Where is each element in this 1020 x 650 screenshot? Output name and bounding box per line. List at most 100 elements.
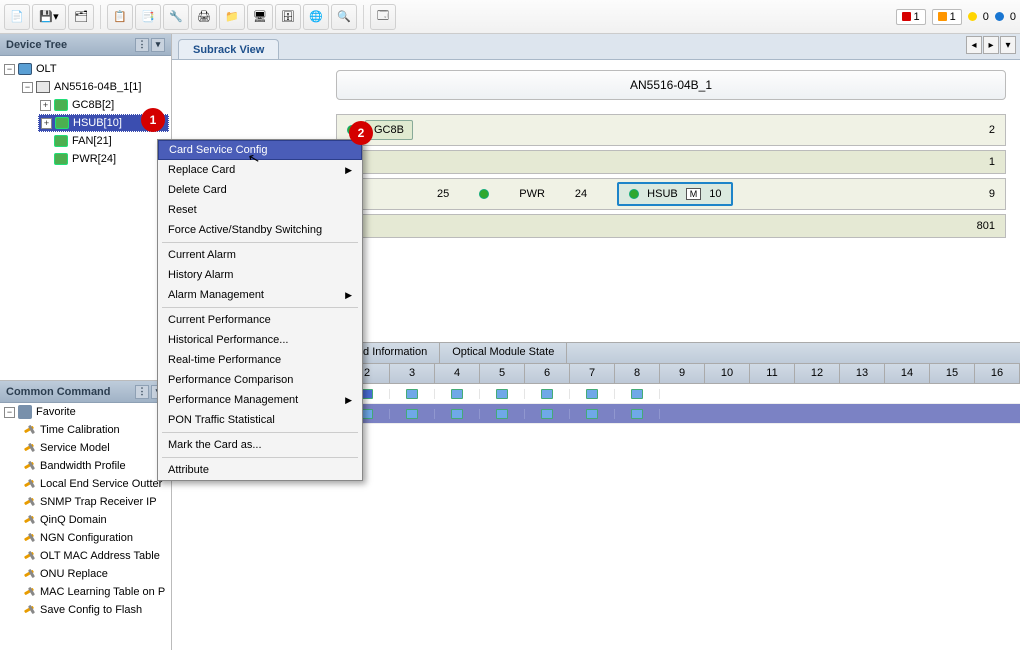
favorite-item[interactable]: SNMP Trap Receiver IP (0, 493, 171, 511)
tab-list-icon[interactable]: ▾ (1000, 36, 1016, 54)
td-port[interactable] (615, 389, 660, 399)
status-dot-icon (629, 189, 639, 199)
ctx-historical-performance[interactable]: Historical Performance... (158, 330, 362, 350)
toolbar-btn-dropdown[interactable]: 💾▾ (32, 4, 66, 30)
slot-empty-1[interactable]: 1 (336, 150, 1006, 174)
tab-next-icon[interactable]: ▸ (983, 36, 999, 54)
toolbar-btn[interactable]: 🖨 (191, 4, 217, 30)
port-icon (406, 389, 418, 399)
port-icon (406, 409, 418, 419)
panel-collapse-icon[interactable]: ▾ (151, 38, 165, 52)
toolbar-btn[interactable]: 🗄 (275, 4, 301, 30)
td-port[interactable] (390, 389, 435, 399)
port-icon (541, 409, 553, 419)
expand-icon[interactable]: + (41, 118, 52, 129)
ctx-current-alarm[interactable]: Current Alarm (158, 245, 362, 265)
slot-gc8b[interactable]: GC8B 2 (336, 114, 1006, 146)
td-port[interactable] (525, 389, 570, 399)
toolbar-btn[interactable]: 📁 (219, 4, 245, 30)
favorite-item[interactable]: ONU Replace (0, 565, 171, 583)
ctx-performance-management[interactable]: Performance Management▶ (158, 390, 362, 410)
wrench-icon (22, 603, 36, 617)
td-port[interactable] (435, 409, 480, 419)
alarm-critical-chip[interactable]: 1 (896, 9, 926, 25)
favorite-item[interactable]: OLT MAC Address Table (0, 547, 171, 565)
tree-node-olt[interactable]: − OLT (2, 60, 169, 78)
favorite-item[interactable]: QinQ Domain (0, 511, 171, 529)
hsub-card[interactable]: HSUB M 10 (617, 182, 733, 206)
toolbar-btn[interactable]: 📋 (107, 4, 133, 30)
toolbar-btn[interactable]: 📄 (4, 4, 30, 30)
separator (100, 5, 101, 29)
card-icon (55, 117, 69, 129)
ctx-delete-card[interactable]: Delete Card (158, 180, 362, 200)
favorite-item[interactable]: Save Config to Flash (0, 601, 171, 619)
td-port[interactable] (615, 409, 660, 419)
td-port[interactable] (570, 389, 615, 399)
toolbar-btn[interactable]: 🔧 (163, 4, 189, 30)
node-label: FAN[21] (72, 135, 112, 147)
slot-801[interactable]: 801 (336, 214, 1006, 238)
card-icon (54, 99, 68, 111)
favorite-label: ONU Replace (40, 568, 108, 580)
ctx-realtime-performance[interactable]: Real-time Performance (158, 350, 362, 370)
ctx-pon-traffic[interactable]: PON Traffic Statistical (158, 410, 362, 430)
alarm-major-chip[interactable]: 1 (932, 9, 962, 25)
tab-prev-icon[interactable]: ◂ (966, 36, 982, 54)
tree-node-shelf[interactable]: − AN5516-04B_1[1] (20, 78, 169, 96)
expand-icon[interactable]: − (4, 407, 15, 418)
favorite-item[interactable]: Service Model (0, 439, 171, 457)
wrench-icon (22, 513, 36, 527)
slot-mid[interactable]: 25 PWR 24 HSUB M 10 9 (336, 178, 1006, 210)
th-port-4: 4 (435, 364, 480, 383)
port-icon (631, 409, 643, 419)
expand-icon[interactable]: − (22, 82, 33, 93)
panel-menu-icon[interactable]: ⋮ (135, 38, 149, 52)
td-port[interactable] (435, 389, 480, 399)
panel-menu-icon[interactable]: ⋮ (135, 385, 149, 399)
ctx-reset[interactable]: Reset (158, 200, 362, 220)
td-port[interactable] (390, 409, 435, 419)
tab-optical-module[interactable]: Optical Module State (440, 343, 567, 363)
toolbar-btn[interactable]: 📑 (135, 4, 161, 30)
favorite-item[interactable]: Time Calibration (0, 421, 171, 439)
td-port[interactable] (570, 409, 615, 419)
tab-subrack-view[interactable]: Subrack View (178, 39, 279, 59)
favorite-label: QinQ Domain (40, 514, 107, 526)
toolbar-btn[interactable]: 🗂 (68, 4, 94, 30)
toolbar-btn[interactable]: 🔍 (331, 4, 357, 30)
toolbar-btn[interactable]: 🖥 (247, 4, 273, 30)
ctx-attribute[interactable]: Attribute (158, 460, 362, 480)
favorite-item[interactable]: MAC Learning Table on P (0, 583, 171, 601)
expand-icon[interactable]: − (4, 64, 15, 75)
alarm-minor-icon (968, 12, 977, 21)
favorite-item[interactable]: Local End Service Outter (0, 475, 171, 493)
favorite-root[interactable]: − Favorite (0, 403, 171, 421)
td-port[interactable] (525, 409, 570, 419)
ctx-history-alarm[interactable]: History Alarm (158, 265, 362, 285)
td-port[interactable] (480, 409, 525, 419)
status-dot-icon (479, 189, 489, 199)
ctx-current-performance[interactable]: Current Performance (158, 310, 362, 330)
wrench-icon (22, 459, 36, 473)
expand-icon[interactable]: + (40, 100, 51, 111)
tree-node-fan[interactable]: FAN[21] (38, 132, 169, 150)
td-port[interactable] (480, 389, 525, 399)
toolbar-btn[interactable]: 🗔 (370, 4, 396, 30)
slot-number: 1 (989, 156, 995, 168)
favorite-item[interactable]: Bandwidth Profile (0, 457, 171, 475)
ctx-mark-card[interactable]: Mark the Card as... (158, 435, 362, 455)
favorite-label: OLT MAC Address Table (40, 550, 160, 562)
separator (162, 242, 358, 243)
ctx-alarm-management[interactable]: Alarm Management▶ (158, 285, 362, 305)
callout-badge-1: 1 (141, 108, 165, 132)
port-icon (541, 389, 553, 399)
ctx-performance-comparison[interactable]: Performance Comparison (158, 370, 362, 390)
favorite-item[interactable]: NGN Configuration (0, 529, 171, 547)
pwr-slot-num: 24 (575, 188, 587, 200)
tree-node-pwr[interactable]: PWR[24] (38, 150, 169, 168)
ctx-force-switching[interactable]: Force Active/Standby Switching (158, 220, 362, 240)
device-tree-header: Device Tree ⋮ ▾ (0, 34, 171, 56)
ctx-card-service-config[interactable]: Card Service Config (158, 140, 362, 160)
toolbar-btn[interactable]: 🌐 (303, 4, 329, 30)
